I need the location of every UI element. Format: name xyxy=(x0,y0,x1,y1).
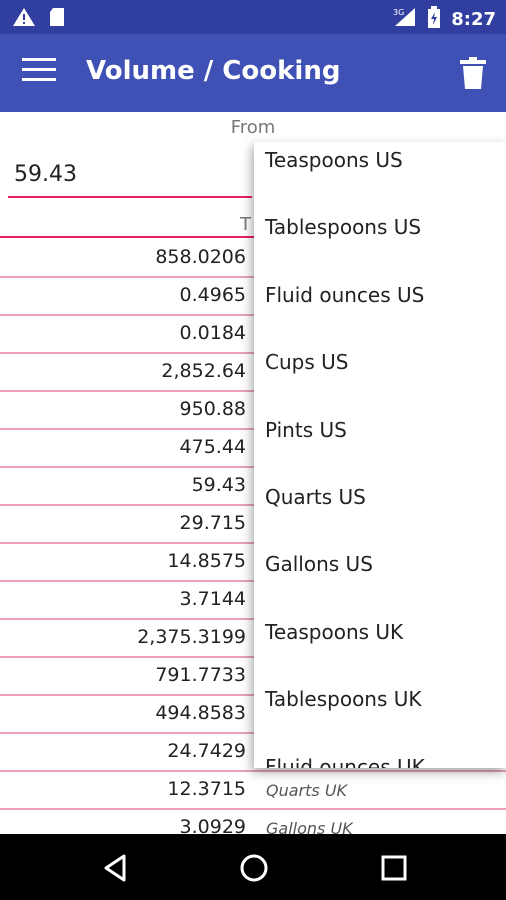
sd-card-icon xyxy=(48,7,66,31)
result-value: 29.715 xyxy=(179,512,246,534)
dropdown-item-label: Tablespoons US xyxy=(265,215,422,239)
dropdown-item[interactable]: Teaspoons UK xyxy=(254,614,506,681)
dropdown-item-label: Quarts US xyxy=(265,485,366,509)
status-bar: 3G 8:27 xyxy=(0,0,506,34)
result-value: 475.44 xyxy=(179,436,246,458)
back-icon[interactable] xyxy=(100,852,132,884)
warning-icon xyxy=(12,7,36,31)
result-value: 59.43 xyxy=(191,474,246,496)
dropdown-item-label: Fluid ounces US xyxy=(265,283,425,307)
dropdown-item-label: Gallons US xyxy=(265,552,373,576)
delete-icon[interactable] xyxy=(458,56,488,90)
recents-icon[interactable] xyxy=(378,852,410,884)
app-toolbar: Volume / Cooking xyxy=(0,34,506,112)
result-value: 950.88 xyxy=(179,398,246,420)
result-value: 12.3715 xyxy=(167,778,246,800)
to-label: T xyxy=(240,214,251,235)
result-value: 24.7429 xyxy=(167,740,246,762)
status-time: 8:27 xyxy=(451,8,496,30)
result-value: 791.7733 xyxy=(155,664,246,686)
value-input[interactable] xyxy=(8,152,252,198)
page-title: Volume / Cooking xyxy=(86,56,341,86)
unit-dropdown[interactable]: Teaspoons US Tablespoons US Fluid ounces… xyxy=(254,142,506,768)
dropdown-item-label: Tablespoons UK xyxy=(265,687,422,711)
result-value: 14.8575 xyxy=(167,550,246,572)
dropdown-item-label: Teaspoons US xyxy=(265,148,403,172)
dropdown-item[interactable]: Fluid ounces UK xyxy=(254,749,506,768)
dropdown-item-label: Teaspoons UK xyxy=(265,620,404,644)
result-value: 494.8583 xyxy=(155,702,246,724)
dropdown-item[interactable]: Pints US xyxy=(254,412,506,479)
result-value: 0.4965 xyxy=(179,284,246,306)
dropdown-item[interactable]: Cups US xyxy=(254,344,506,411)
signal-3g-icon: 3G xyxy=(391,6,417,32)
battery-icon xyxy=(427,6,441,32)
home-icon[interactable] xyxy=(238,852,270,884)
navigation-bar xyxy=(0,834,506,900)
dropdown-item[interactable]: Tablespoons US xyxy=(254,209,506,276)
dropdown-item-label: Fluid ounces UK xyxy=(265,755,425,768)
dropdown-item[interactable]: Teaspoons US xyxy=(254,142,506,209)
dropdown-item[interactable]: Gallons US xyxy=(254,546,506,613)
result-value: 3.7144 xyxy=(179,588,246,610)
result-value: 0.0184 xyxy=(179,322,246,344)
dropdown-item-label: Cups US xyxy=(265,350,349,374)
result-row: 12.3715 Quarts UK xyxy=(0,770,506,810)
dropdown-item[interactable]: Quarts US xyxy=(254,479,506,546)
dropdown-item[interactable]: Tablespoons UK xyxy=(254,681,506,748)
menu-icon[interactable] xyxy=(22,58,56,88)
from-label: From xyxy=(230,117,276,138)
result-unit: Quarts UK xyxy=(266,781,348,800)
dropdown-item[interactable]: Fluid ounces US xyxy=(254,277,506,344)
dropdown-item-label: Pints US xyxy=(265,418,347,442)
result-value: 858.0206 xyxy=(155,246,246,268)
result-value: 2,852.64 xyxy=(161,360,246,382)
result-value: 2,375.3199 xyxy=(137,626,246,648)
network-type: 3G xyxy=(393,8,404,17)
